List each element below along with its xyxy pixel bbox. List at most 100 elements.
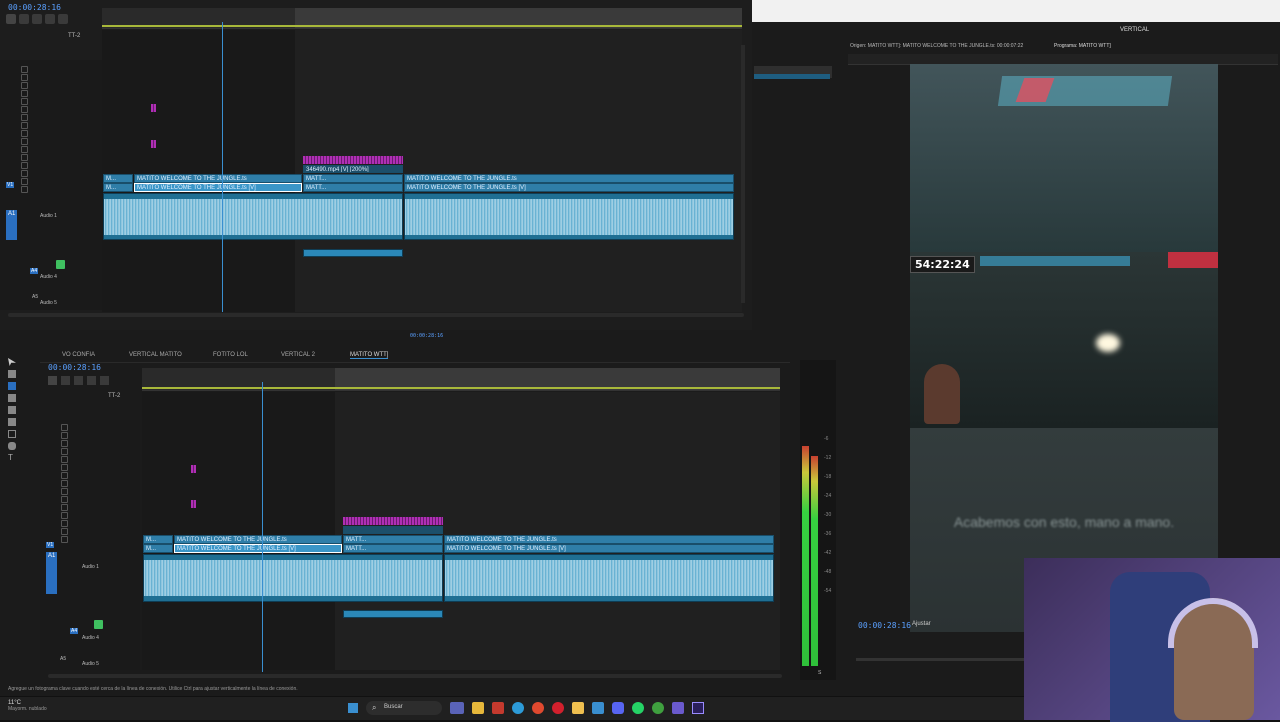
marker-icon[interactable] — [32, 14, 42, 24]
lock-icon[interactable] — [21, 154, 28, 161]
lock-icon[interactable] — [21, 114, 28, 121]
lock-icon[interactable] — [61, 528, 68, 535]
tab-matito-wtt[interactable]: MATITO WTT] — [350, 352, 389, 359]
lock-icon[interactable] — [61, 480, 68, 487]
file-explorer-icon[interactable] — [472, 702, 484, 714]
weather-widget[interactable]: 11°C Mayorm. nublado — [8, 700, 47, 712]
teams-icon[interactable] — [450, 702, 464, 714]
lock-icon[interactable] — [61, 472, 68, 479]
bottom-timeline-scrollbar[interactable] — [48, 674, 782, 678]
clip-v2-right[interactable]: MATITO WELCOME TO THE JUNGLE.ts — [404, 174, 734, 183]
tab-vo-confia[interactable]: VO CONFIA — [62, 352, 95, 358]
store-icon[interactable] — [592, 702, 604, 714]
audio-clip-a1-right[interactable] — [444, 554, 774, 602]
top-vertical-scrollbar[interactable] — [741, 45, 745, 303]
lock-icon[interactable] — [61, 488, 68, 495]
folder-icon[interactable] — [572, 702, 584, 714]
lock-icon[interactable] — [61, 496, 68, 503]
lock-icon[interactable] — [61, 448, 68, 455]
slip-icon[interactable] — [8, 406, 16, 414]
clip-v2-right[interactable]: MATITO WELCOME TO THE JUNGLE.ts — [444, 535, 774, 544]
audio-clip-a1-left[interactable] — [103, 193, 403, 240]
program-scrubber[interactable] — [856, 658, 1028, 661]
track-a4-target[interactable]: A4 — [70, 628, 79, 634]
clip-m-v1[interactable]: M... — [103, 183, 133, 192]
lock-icon[interactable] — [21, 74, 28, 81]
taskbar-search[interactable]: ⌕ Buscar — [366, 701, 442, 715]
clip-v1-mid[interactable]: MATT... — [343, 544, 443, 553]
top-timeline-scrollbar[interactable] — [8, 313, 744, 317]
edge-icon[interactable] — [512, 702, 524, 714]
lock-icon[interactable] — [21, 162, 28, 169]
source-monitor-tab[interactable]: Origen: MATITO WTT]: MATITO WELCOME TO T… — [850, 43, 1023, 49]
lock-icon[interactable] — [21, 90, 28, 97]
bottom-timecode[interactable]: 00:00:28:16 — [48, 363, 101, 372]
xbox-icon[interactable] — [652, 702, 664, 714]
bottom-playhead[interactable] — [262, 382, 263, 672]
graphic-clip[interactable] — [191, 500, 196, 508]
track-a1-target[interactable]: A1 — [6, 210, 18, 240]
track-select-icon[interactable] — [8, 370, 16, 378]
audio-clip-a4[interactable] — [303, 249, 403, 257]
lock-icon[interactable] — [21, 186, 28, 193]
razor-icon[interactable] — [8, 394, 16, 402]
lock-icon[interactable] — [21, 98, 28, 105]
bottom-top-timecode[interactable]: 00:00:28:16 — [410, 333, 443, 339]
clip-v1-left[interactable]: MATITO WELCOME TO THE JUNGLE.ts [V] — [134, 183, 302, 192]
lock-icon[interactable] — [21, 106, 28, 113]
lock-icon[interactable] — [21, 170, 28, 177]
calendar-icon[interactable] — [492, 702, 504, 714]
clip-v2-left[interactable]: MATITO WELCOME TO THE JUNGLE.ts — [134, 174, 302, 183]
audio-clip-a1-left[interactable] — [143, 554, 443, 602]
clip-v1-right[interactable]: MATITO WELCOME TO THE JUNGLE.ts [V] — [404, 183, 734, 192]
nested-clip-v3[interactable] — [303, 156, 403, 164]
lock-icon[interactable] — [21, 178, 28, 185]
rectangle-icon[interactable] — [8, 430, 16, 438]
lock-icon[interactable] — [21, 130, 28, 137]
windows-start-icon[interactable] — [348, 703, 358, 713]
workspace-mode[interactable]: VERTICAL — [1120, 27, 1149, 33]
graphic-clip[interactable] — [191, 465, 196, 473]
program-timecode[interactable]: 00:00:28:16 — [858, 621, 911, 630]
clip-v2-mid[interactable]: MATT... — [303, 174, 403, 183]
track-a5-target[interactable]: A5 — [60, 656, 66, 662]
audio-clip-a4[interactable] — [343, 610, 443, 618]
tab-vertical-matito[interactable]: VERTICAL MATITO — [129, 352, 182, 358]
lock-icon[interactable] — [21, 138, 28, 145]
clip-v1-right[interactable]: MATITO WELCOME TO THE JUNGLE.ts [V] — [444, 544, 774, 553]
nested-clip-v3[interactable] — [343, 517, 443, 525]
bottom-time-ruler[interactable] — [142, 368, 780, 391]
lock-icon[interactable] — [21, 66, 28, 73]
selection-tool-icon[interactable] — [8, 358, 16, 366]
app-icon[interactable] — [672, 702, 684, 714]
snap-icon[interactable] — [48, 376, 57, 385]
marker-icon[interactable] — [74, 376, 83, 385]
program-video-frame[interactable]: 54:22:24 Acabemos con esto, mano a mano. — [910, 64, 1218, 632]
clip-v1-left[interactable]: MATITO WELCOME TO THE JUNGLE.ts [V] — [174, 544, 342, 553]
track-v1-target[interactable]: V1 — [6, 182, 15, 188]
snap-icon[interactable] — [6, 14, 16, 24]
track-v1-target[interactable]: V1 — [46, 542, 55, 548]
premiere-icon[interactable] — [692, 702, 704, 714]
lock-icon[interactable] — [61, 464, 68, 471]
lock-icon[interactable] — [61, 432, 68, 439]
link-icon[interactable] — [19, 14, 29, 24]
type-icon[interactable]: T — [8, 454, 16, 462]
top-playhead[interactable] — [222, 22, 223, 312]
meter-solo-label[interactable]: S — [818, 670, 821, 676]
link-icon[interactable] — [61, 376, 70, 385]
bottom-work-area-bar[interactable] — [142, 387, 780, 389]
lock-icon[interactable] — [21, 122, 28, 129]
top-time-ruler[interactable] — [102, 8, 742, 29]
track-a5-target[interactable]: A5 — [32, 294, 38, 300]
captions-icon[interactable] — [100, 376, 109, 385]
top-timecode[interactable]: 00:00:28:16 — [8, 3, 61, 12]
clip-v1-mid[interactable]: MATT... — [303, 183, 403, 192]
fit-dropdown[interactable]: Ajustar — [912, 621, 931, 627]
lock-icon[interactable] — [61, 504, 68, 511]
pen-icon[interactable] — [8, 418, 16, 426]
lock-icon[interactable] — [61, 456, 68, 463]
track-a1-target[interactable]: A1 — [46, 552, 58, 594]
clip-m-v1[interactable]: M... — [143, 544, 173, 553]
audio-clip-a1-right[interactable] — [404, 193, 734, 240]
